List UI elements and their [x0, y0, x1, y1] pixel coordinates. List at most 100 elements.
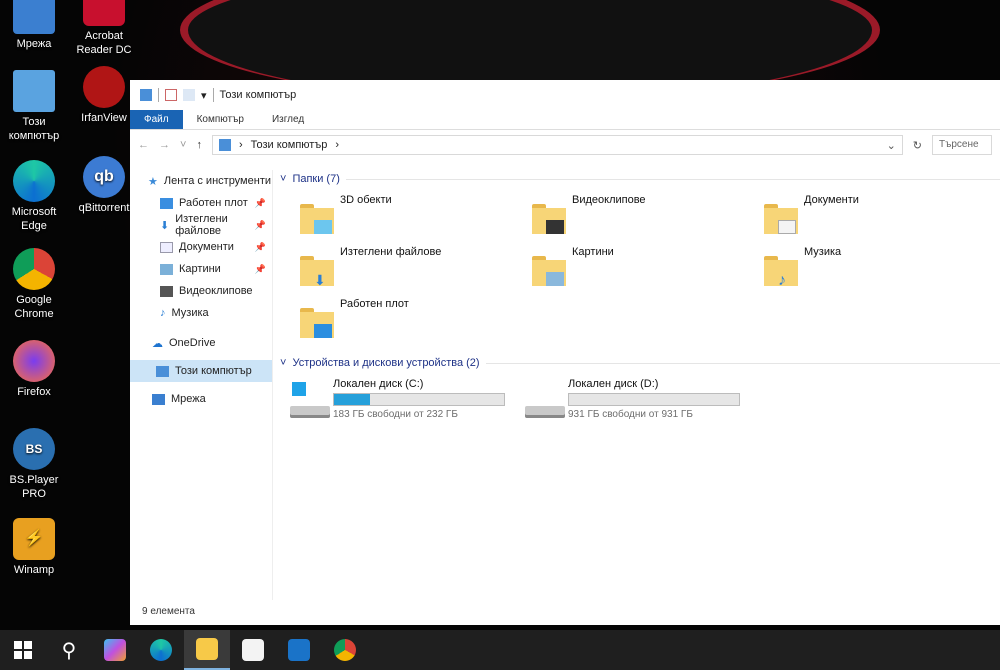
desktop-icon-network[interactable]: Мрежа	[0, 0, 68, 51]
label: Картини	[572, 246, 614, 258]
forward-button[interactable]: →	[159, 139, 170, 151]
tab-file[interactable]: Файл	[130, 110, 183, 129]
nav-item-videos[interactable]: Видеоклипове	[130, 280, 272, 302]
folder-desktop[interactable]: Работен плот	[300, 298, 532, 342]
label: Работен плот	[179, 197, 248, 209]
computer-icon	[156, 365, 169, 377]
drive-name: Локален диск (D:)	[568, 378, 659, 390]
folder-desktop-icon	[300, 306, 334, 340]
desktop-icon-bsplayer[interactable]: BS BS.Player PRO	[0, 428, 68, 501]
customize-toolbar-chevron-icon[interactable]: ▾	[201, 89, 207, 102]
folder-documents-icon	[764, 202, 798, 236]
folder-3d-objects[interactable]: 3D обекти	[300, 194, 532, 238]
hard-drive-icon	[525, 388, 565, 418]
navigation-pane: ★ Лента с инструменти Работен плот 📌 ⬇ Изте…	[130, 170, 273, 600]
pictures-icon	[160, 263, 173, 275]
nav-item-network[interactable]: Мрежа	[130, 388, 272, 410]
up-button[interactable]: ↑	[196, 139, 202, 151]
label: Видеоклипове	[572, 194, 646, 206]
chevron-right-icon: ›	[238, 139, 243, 151]
folder-video-icon	[532, 202, 566, 236]
label: Устройства и дискови устройства (2)	[292, 357, 480, 369]
label: Този компютър	[8, 116, 60, 142]
folder-videos[interactable]: Видеоклипове	[532, 194, 764, 238]
qbittorrent-icon: qb	[83, 156, 125, 198]
label: Acrobat Reader DC	[76, 30, 132, 56]
search-button[interactable]: ⚲	[46, 630, 92, 670]
label: Microsoft Edge	[11, 206, 57, 232]
desktop-icon-this-pc[interactable]: Този компютър	[0, 70, 68, 143]
folder-pictures[interactable]: Картини	[532, 246, 764, 290]
label: Изтеглени файлове	[340, 246, 442, 258]
desktop-icon-winamp[interactable]: ⚡ Winamp	[0, 518, 68, 577]
recent-locations-chevron-icon[interactable]: ˅	[180, 139, 186, 151]
properties-icon[interactable]	[165, 89, 177, 101]
label: Мрежа	[16, 38, 52, 50]
label: Firefox	[17, 386, 51, 398]
drives-group-header[interactable]: ˅ Устройства и дискови устройства (2)	[280, 354, 1000, 372]
desktop-icon-qbittorrent[interactable]: qb qBittorrent	[70, 156, 138, 215]
folders-group-header[interactable]: ˅ Папки (7)	[280, 170, 1000, 188]
music-icon: ♪	[160, 307, 166, 319]
desktop-icon	[160, 197, 173, 209]
store-icon	[242, 639, 264, 661]
desktop-icon-irfanview[interactable]: IrfanView	[70, 66, 138, 125]
tab-view[interactable]: Изглед	[258, 110, 318, 129]
store-taskbar-button[interactable]	[230, 630, 276, 670]
desktop-icon-chrome[interactable]: Google Chrome	[0, 248, 68, 321]
outlook-taskbar-button[interactable]	[276, 630, 322, 670]
refresh-button[interactable]: ↻	[913, 139, 922, 152]
search-icon: ⚲	[61, 639, 77, 662]
start-button[interactable]	[0, 630, 46, 670]
drive-c[interactable]: Локален диск (C:) 183 ГБ свободни от 232 …	[290, 378, 505, 420]
content-pane: ˅ Папки (7) 3D обекти Видеоклипове Докуме…	[280, 170, 1000, 420]
pin-icon: 📌	[254, 219, 266, 230]
label: OneDrive	[169, 337, 216, 349]
desktop-icon-firefox[interactable]: Firefox	[0, 340, 68, 399]
drive-d[interactable]: Локален диск (D:) 931 ГБ свободни от 931 …	[525, 378, 740, 420]
label: Документи	[179, 241, 234, 253]
folder-downloads-icon: ⬇	[300, 254, 334, 288]
address-path: Този компютър	[250, 139, 328, 151]
nav-item-pictures[interactable]: Картини 📌	[130, 258, 272, 280]
nav-item-desktop[interactable]: Работен плот 📌	[130, 192, 272, 214]
nav-item-downloads[interactable]: ⬇ Изтеглени файлове 📌	[130, 213, 272, 237]
folders-grid: 3D обекти Видеоклипове Документи ⬇ Изтегл…	[300, 194, 1000, 342]
nav-item-this-pc[interactable]: Този компютър	[130, 360, 272, 382]
nav-item-documents[interactable]: Документи 📌	[130, 236, 272, 258]
folder-music-icon: ♪	[764, 254, 798, 289]
new-folder-icon[interactable]	[183, 89, 195, 101]
pin-icon: 📌	[254, 263, 266, 274]
back-button[interactable]: ←	[138, 139, 149, 151]
file-explorer-taskbar-button[interactable]	[184, 630, 230, 670]
search-input[interactable]: Търсене	[932, 135, 992, 155]
address-bar[interactable]: › Този компютър › ⌄	[211, 135, 903, 155]
label: Видеоклипове	[179, 285, 253, 297]
network-icon	[152, 393, 165, 405]
navigation-bar: ← → ˅ ↑ › Този компютър › ⌄ ↻ Търсене	[130, 130, 1000, 160]
download-icon: ⬇	[160, 219, 170, 232]
drive-usage-bar	[333, 393, 505, 406]
copilot-icon	[104, 639, 126, 661]
chevron-right-icon[interactable]: ›	[335, 139, 339, 151]
desktop-icon-acrobat[interactable]: Acrobat Reader DC	[70, 0, 138, 57]
desktop-icon-edge[interactable]: Microsoft Edge	[0, 160, 68, 233]
status-bar-item-count: 9 елемента	[142, 606, 195, 617]
tab-computer[interactable]: Компютър	[183, 110, 258, 129]
drives-list: Локален диск (C:) 183 ГБ свободни от 232 …	[290, 378, 1000, 420]
folder-documents[interactable]: Документи	[764, 194, 1000, 238]
irfanview-icon	[83, 66, 125, 108]
video-icon	[160, 285, 173, 297]
nav-item-onedrive[interactable]: ☁ OneDrive	[130, 332, 272, 354]
chrome-taskbar-button[interactable]	[322, 630, 368, 670]
label: Папки (7)	[292, 173, 340, 185]
nav-quick-access[interactable]: ★ Лента с инструменти	[130, 170, 272, 192]
copilot-button[interactable]	[92, 630, 138, 670]
folder-music[interactable]: ♪ Музика	[764, 246, 1000, 290]
folder-downloads[interactable]: ⬇ Изтеглени файлове	[300, 246, 532, 290]
chevron-down-icon[interactable]: ⌄	[887, 139, 896, 152]
edge-taskbar-button[interactable]	[138, 630, 184, 670]
label: Документи	[804, 194, 859, 206]
drive-free-space: 183 ГБ свободни от 232 ГБ	[333, 409, 458, 420]
nav-item-music[interactable]: ♪ Музика	[130, 302, 272, 324]
